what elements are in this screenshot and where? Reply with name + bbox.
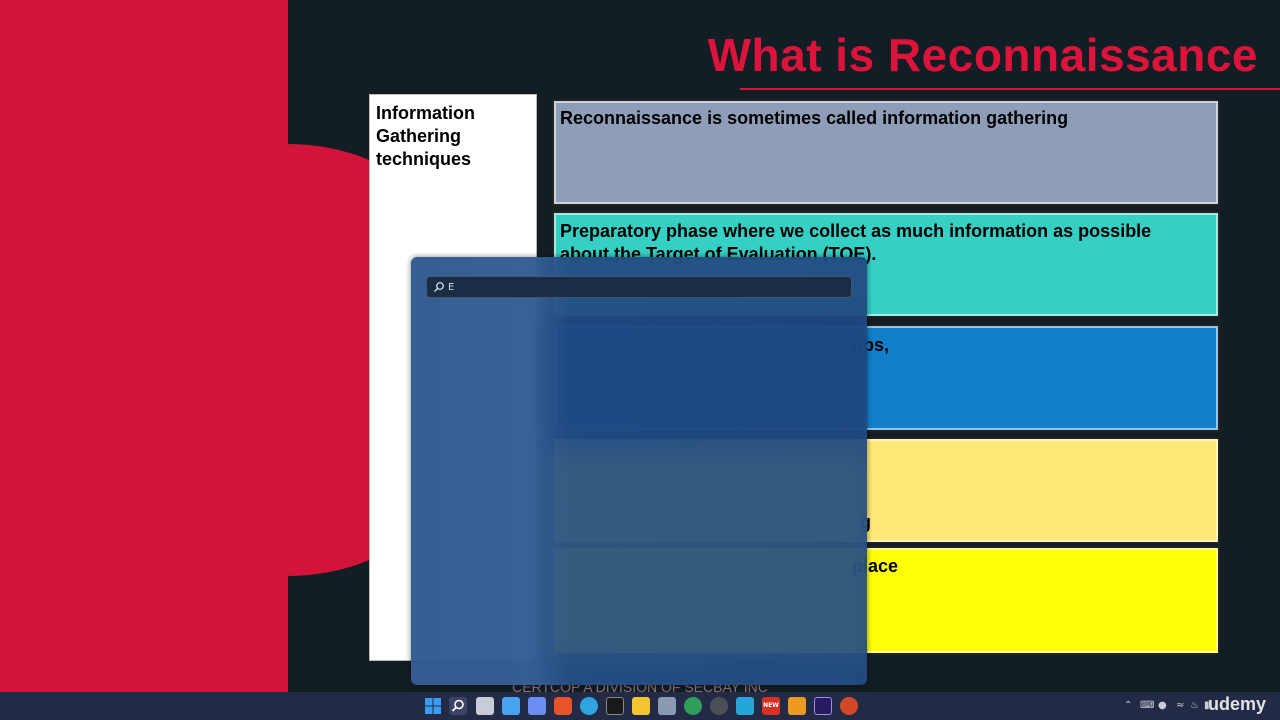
task-view-icon[interactable] xyxy=(476,697,494,715)
taskbar: NEW ⌃ ⌨ ● ≈ ♨ ▮ xyxy=(0,692,1280,720)
red-app-icon[interactable]: NEW xyxy=(762,697,780,715)
search-icon xyxy=(434,282,444,292)
panel-backdrop xyxy=(551,457,867,657)
windows-start-icon[interactable] xyxy=(424,697,442,715)
spreadsheet-icon[interactable] xyxy=(684,697,702,715)
search-box[interactable] xyxy=(426,276,852,298)
edge-icon[interactable] xyxy=(580,697,598,715)
app-icon[interactable] xyxy=(658,697,676,715)
sublime-icon[interactable] xyxy=(788,697,806,715)
terminal-icon[interactable] xyxy=(606,697,624,715)
title-underline xyxy=(740,88,1280,90)
brave-icon[interactable] xyxy=(554,697,572,715)
widgets-icon[interactable] xyxy=(502,697,520,715)
app-badge: NEW xyxy=(763,702,779,709)
slide-title: What is Reconnaissance xyxy=(707,29,1258,81)
file-explorer-icon[interactable] xyxy=(632,697,650,715)
app-s-icon[interactable] xyxy=(736,697,754,715)
chevron-up-icon[interactable]: ⌃ xyxy=(1124,699,1132,713)
wifi-icon[interactable]: ≈ xyxy=(1176,699,1184,713)
volume-icon[interactable]: ♨ xyxy=(1190,699,1199,713)
row-text: Reconnaissance is sometimes called infor… xyxy=(560,108,1069,128)
row-reconnaissance: Reconnaissance is sometimes called infor… xyxy=(552,99,1220,206)
info-gathering-label: Information Gathering techniques xyxy=(376,103,475,169)
teams-icon[interactable] xyxy=(528,697,546,715)
microphone-icon[interactable]: ● xyxy=(1158,699,1167,713)
powerpoint-icon[interactable] xyxy=(840,697,858,715)
panel-backdrop xyxy=(551,317,867,437)
search-input[interactable] xyxy=(448,279,828,295)
start-search-panel[interactable] xyxy=(411,257,867,685)
chrome-icon[interactable] xyxy=(710,697,728,715)
udemy-watermark: udemy xyxy=(1207,694,1266,714)
search-icon[interactable] xyxy=(449,697,467,715)
keyboard-icon[interactable]: ⌨ xyxy=(1140,699,1154,713)
premiere-icon[interactable] xyxy=(814,697,832,715)
